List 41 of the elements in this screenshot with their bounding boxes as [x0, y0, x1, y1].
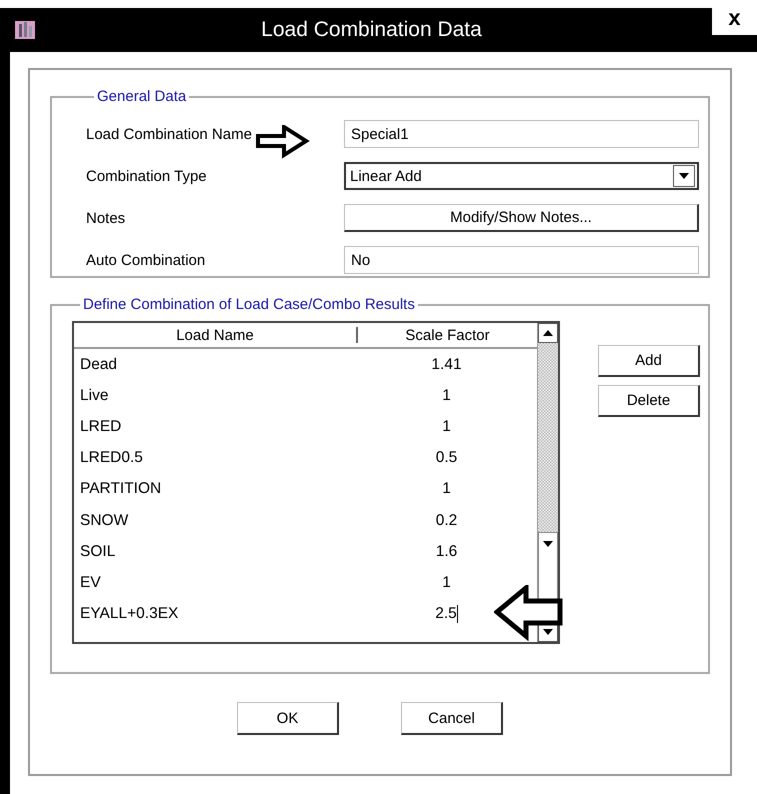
list-button[interactable]: Delete — [598, 385, 700, 417]
input-field[interactable]: Special1 — [344, 120, 699, 148]
scrollbar[interactable] — [537, 323, 558, 642]
table-cell-text: 1 — [441, 386, 452, 405]
scroll-down-icon — [543, 541, 553, 547]
table-cell-text: 0.2 — [434, 512, 458, 530]
table-cell-text: EV — [79, 574, 102, 592]
app-icon — [14, 19, 36, 41]
table-cell-text: PARTITION — [79, 480, 162, 498]
table-cell-text: Live — [79, 386, 110, 405]
table-cell[interactable]: 2.5 — [356, 605, 537, 624]
table-cell-text: SNOW — [79, 512, 130, 530]
column-header[interactable]: Scale Factor — [358, 326, 537, 344]
table-cell-text: LRED0.5 — [79, 449, 144, 468]
table-cell-text: 1 — [441, 418, 452, 436]
scroll-up-icon — [543, 330, 553, 336]
table-cell-text: 1 — [441, 574, 452, 592]
table-cell-text: 1.6 — [434, 542, 458, 561]
window-title: Load Combination Data — [260, 18, 483, 42]
table-cell-text: LRED — [79, 418, 122, 436]
group-legend: General Data — [94, 88, 190, 105]
table-cell-text: 1 — [441, 480, 452, 498]
input-field[interactable]: No — [344, 246, 699, 274]
dialog-button[interactable]: Cancel — [401, 702, 503, 735]
dropdown-field[interactable]: Linear Add — [344, 162, 699, 190]
group-legend: Define Combination of Load Case/Combo Results — [80, 296, 418, 313]
table-cell-text: 1.41 — [430, 356, 463, 374]
dialog-button[interactable]: OK — [237, 702, 339, 735]
field-label: Load Combination Name — [86, 126, 253, 142]
table-cell-text: EYALL+0.3EX — [79, 605, 180, 624]
table-cell-text: SOIL — [79, 542, 116, 561]
column-header[interactable]: Load Name — [74, 326, 356, 344]
caret-icon — [679, 173, 689, 179]
table-cell-text: 0.5 — [434, 449, 458, 468]
field-label: Combination Type — [86, 168, 208, 184]
notes-button[interactable]: Modify/Show Notes... — [344, 204, 699, 232]
field-label: Auto Combination — [86, 252, 206, 268]
field-label: Notes — [86, 210, 126, 226]
list-button[interactable]: Add — [598, 345, 700, 377]
table-cell-text: Dead — [79, 356, 118, 374]
scroll-down-icon — [543, 629, 553, 635]
